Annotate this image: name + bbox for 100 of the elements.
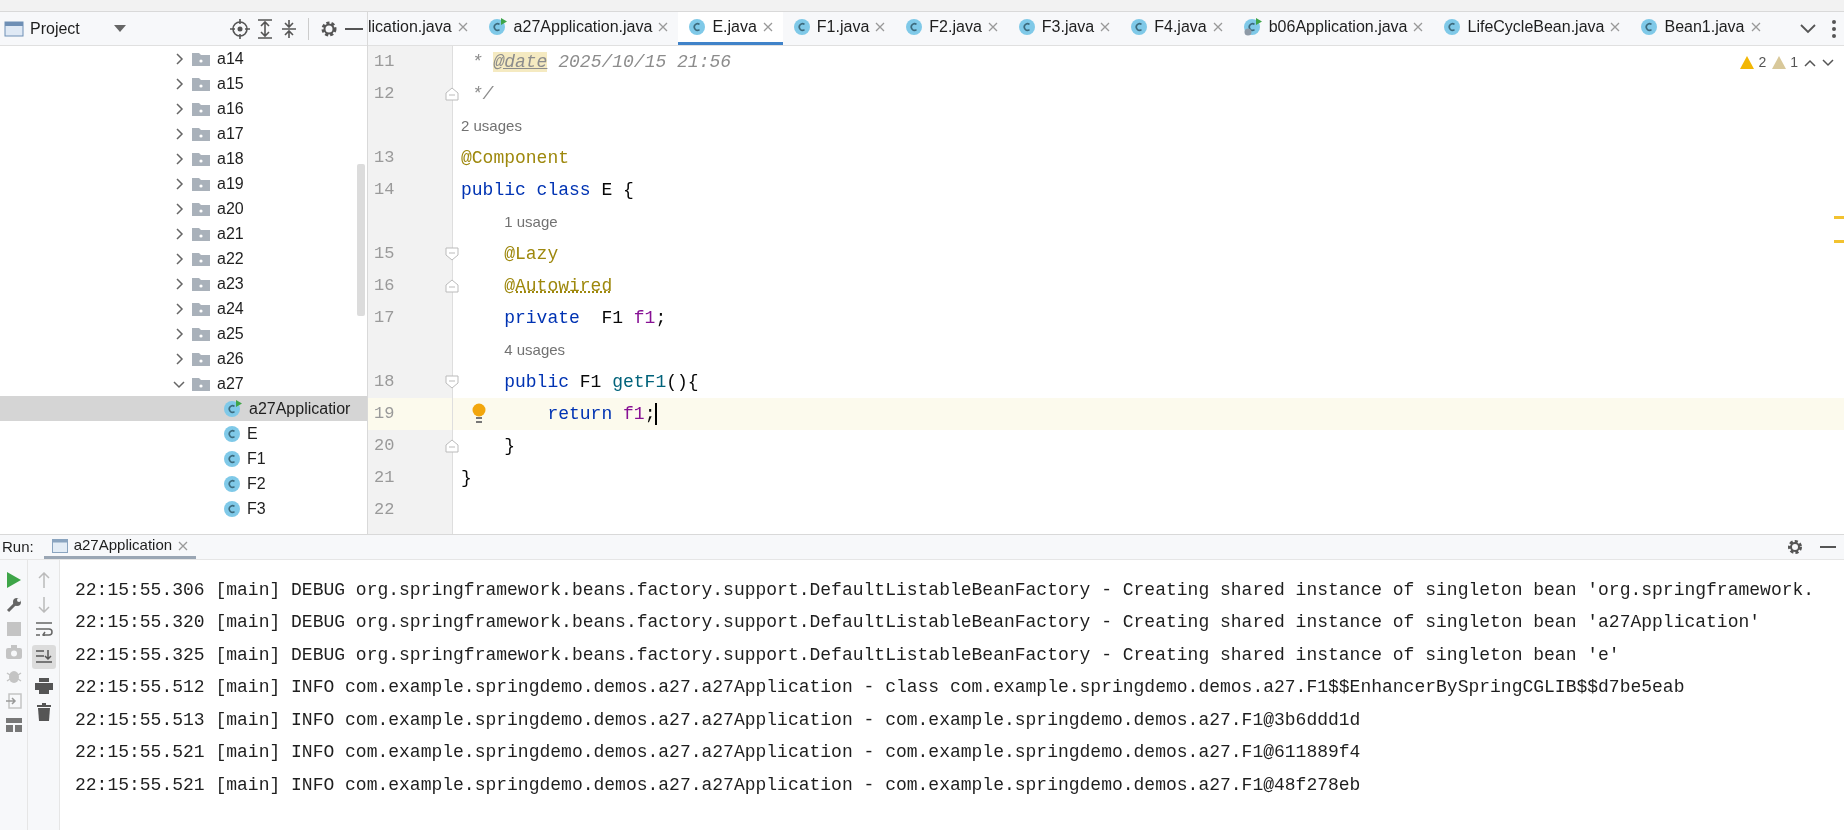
expand-all-icon[interactable]	[256, 18, 274, 39]
code-line: }	[504, 434, 515, 458]
code-line: private F1 f1;	[504, 306, 667, 330]
expand-chevron-icon[interactable]	[173, 302, 185, 315]
fold-start-icon[interactable]	[445, 375, 459, 389]
panel-title[interactable]: Project	[30, 16, 80, 41]
expand-chevron-icon[interactable]	[173, 202, 185, 215]
code-line: public class E {	[461, 178, 634, 202]
exit-icon[interactable]	[5, 693, 22, 709]
tree-item[interactable]: a17	[0, 121, 367, 146]
wrench-icon[interactable]	[5, 597, 22, 613]
tree-item[interactable]: F3	[0, 496, 367, 521]
close-icon[interactable]	[457, 22, 468, 32]
inspection-counter[interactable]: 2	[1740, 52, 1767, 73]
tree-item[interactable]: a18	[0, 146, 367, 171]
folder-icon	[191, 75, 211, 92]
tree-item[interactable]: a16	[0, 96, 367, 121]
expand-chevron-icon[interactable]	[173, 127, 185, 140]
editor-tab[interactable]: F3.java	[1007, 12, 1121, 45]
dropdown-caret-icon[interactable]	[113, 24, 126, 33]
print-icon[interactable]	[34, 678, 53, 694]
expand-chevron-icon[interactable]	[173, 177, 185, 190]
tree-item[interactable]: a22	[0, 246, 367, 271]
close-icon[interactable]	[178, 540, 189, 551]
editor-tab[interactable]: Bean1.java	[1630, 12, 1771, 45]
expand-chevron-icon[interactable]	[173, 102, 185, 115]
folder-icon	[191, 200, 211, 217]
run-tab[interactable]: a27Application	[43, 535, 197, 559]
close-icon[interactable]	[875, 22, 886, 32]
tree-item[interactable]: a24	[0, 296, 367, 321]
expand-chevron-icon[interactable]	[173, 227, 185, 240]
close-icon[interactable]	[987, 22, 998, 32]
minimize-icon[interactable]	[1820, 545, 1836, 549]
tree-item[interactable]: a19	[0, 171, 367, 196]
expand-chevron-icon[interactable]	[173, 327, 185, 340]
close-icon[interactable]	[1100, 22, 1111, 32]
tree-item[interactable]: a15	[0, 71, 367, 96]
editor-tab[interactable]: F1.java	[782, 12, 896, 45]
line-number: 18	[374, 371, 395, 394]
line-number: 13	[374, 147, 395, 170]
tree-item[interactable]: a20	[0, 196, 367, 221]
close-icon[interactable]	[1413, 22, 1424, 32]
tree-item[interactable]: F2	[0, 471, 367, 496]
close-icon[interactable]	[1610, 22, 1621, 32]
target-icon[interactable]	[230, 18, 250, 39]
close-icon[interactable]	[1212, 22, 1223, 32]
editor-tab[interactable]: F4.java	[1120, 12, 1233, 45]
class-icon	[223, 449, 241, 468]
tree-item[interactable]: F1	[0, 446, 367, 471]
tree-item[interactable]: a23	[0, 271, 367, 296]
expand-chevron-icon[interactable]	[173, 352, 185, 365]
tree-item[interactable]: a21	[0, 221, 367, 246]
tree-item[interactable]: a27	[0, 371, 367, 396]
line-number: 15	[374, 243, 395, 266]
usages-hint[interactable]: 4 usages	[504, 338, 566, 362]
line-number: 22	[374, 499, 395, 522]
lightbulb-icon[interactable]	[471, 403, 487, 425]
editor-tab[interactable]: b06Application.java	[1232, 12, 1434, 45]
editor-tab[interactable]: E.java	[678, 12, 783, 45]
trash-icon[interactable]	[36, 703, 51, 721]
editor-tab[interactable]: a27Application.java	[477, 12, 679, 45]
line-number: 12	[374, 83, 395, 106]
chevron-down-icon[interactable]	[1800, 23, 1816, 34]
inspection-counter[interactable]: 1	[1772, 52, 1798, 73]
class-icon	[223, 499, 241, 518]
expand-chevron-icon[interactable]	[173, 152, 185, 165]
scroll-to-end-icon[interactable]	[31, 645, 56, 669]
close-icon[interactable]	[658, 22, 669, 32]
close-icon[interactable]	[1750, 22, 1761, 32]
editor-tab[interactable]: LifeCycleBean.java	[1433, 12, 1631, 45]
tree-item[interactable]: a14	[0, 46, 367, 71]
console-icon	[51, 538, 68, 553]
expand-chevron-icon[interactable]	[173, 252, 185, 265]
close-icon[interactable]	[762, 22, 773, 32]
fold-start-icon[interactable]	[445, 247, 459, 261]
tree-item[interactable]: E	[0, 421, 367, 446]
soft-wrap-icon[interactable]	[34, 622, 53, 636]
layout-icon[interactable]	[5, 718, 22, 732]
collapse-all-icon[interactable]	[280, 18, 298, 39]
expand-chevron-icon[interactable]	[173, 277, 185, 290]
console-line: 22:15:55.513 [main] INFO com.example.springdemo.demos.a27.a27Application - com.example.springdemo.demos.a27.F1@3b6ddd1d	[75, 708, 1362, 732]
tree-item[interactable]: a25	[0, 321, 367, 346]
run-icon[interactable]	[6, 572, 21, 588]
expand-chevron-icon[interactable]	[173, 52, 185, 65]
usages-hint[interactable]: 1 usage	[504, 210, 558, 234]
tree-item[interactable]: a27Applicatior	[0, 396, 367, 421]
text-caret	[655, 403, 658, 425]
editor-tab[interactable]: F2.java	[895, 12, 1008, 45]
editor-tab[interactable]: lication.java	[368, 12, 478, 45]
folder-icon	[191, 100, 211, 117]
console-line: 22:15:55.306 [main] DEBUG org.springframework.beans.factory.support.DefaultListableBeanFactory - Creating shared instance of singleton bean 'org.springframework.	[75, 578, 1816, 602]
more-icon[interactable]	[1832, 19, 1836, 38]
expand-chevron-icon[interactable]	[173, 77, 185, 90]
class-icon	[1443, 18, 1462, 36]
class-icon	[223, 424, 241, 443]
code-line: @Component	[461, 146, 570, 170]
scrollbar-thumb[interactable]	[357, 164, 365, 316]
settings-icon[interactable]	[1786, 538, 1804, 556]
usages-hint[interactable]: 2 usages	[461, 114, 522, 138]
tree-item[interactable]: a26	[0, 346, 367, 371]
